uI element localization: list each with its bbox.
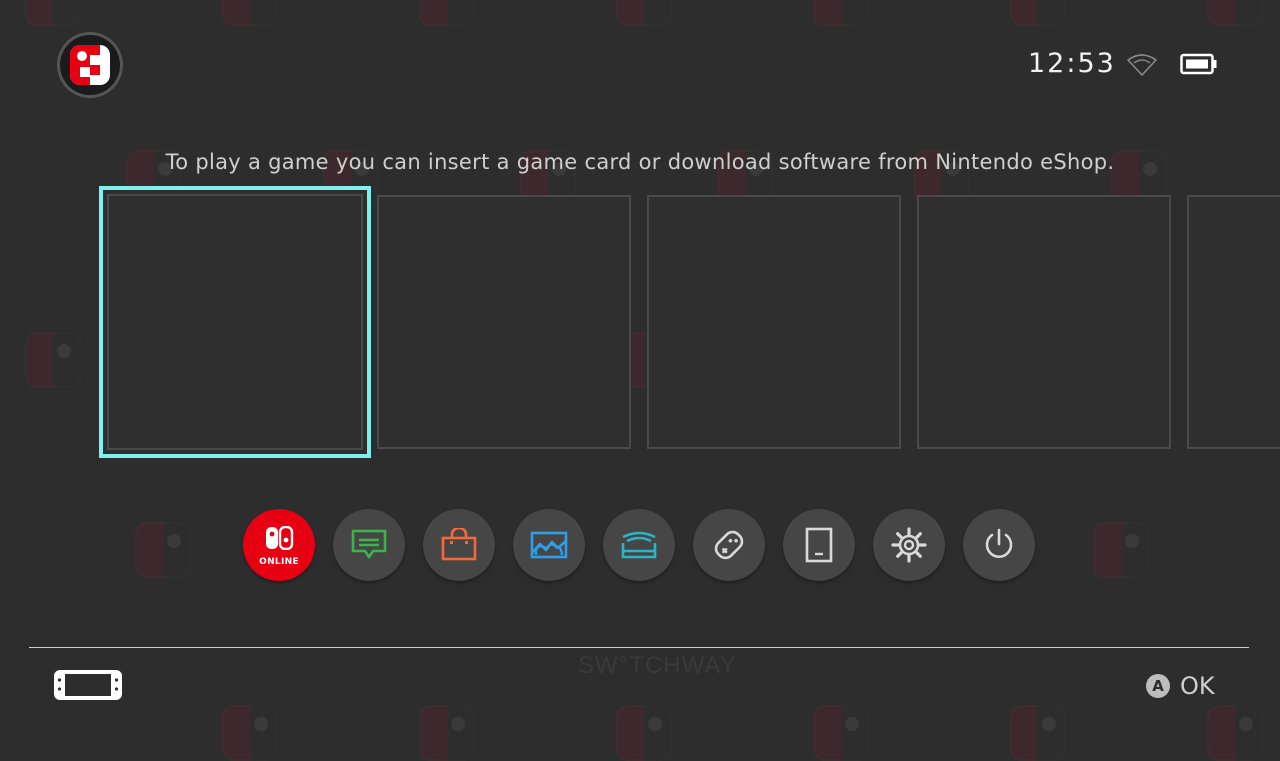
console-handheld-icon: [54, 670, 122, 700]
game-tile[interactable]: [377, 195, 631, 449]
empty-library-hint: To play a game you can insert a game car…: [165, 150, 1115, 174]
controller-settings-button[interactable]: [693, 509, 765, 581]
album-icon: [530, 531, 568, 559]
switch-online-icon: [266, 526, 294, 550]
gear-icon: [891, 527, 927, 563]
controllers-button[interactable]: [603, 509, 675, 581]
ok-label: OK: [1180, 672, 1215, 700]
footer-divider: [29, 647, 1249, 648]
controller-icon: [621, 531, 657, 559]
switch-online-button[interactable]: ONLINE: [243, 509, 315, 581]
shop-bag-icon: [441, 528, 477, 561]
game-tile[interactable]: [1187, 195, 1280, 449]
online-label: ONLINE: [259, 557, 299, 567]
system-settings-button[interactable]: [873, 509, 945, 581]
eshop-button[interactable]: [423, 509, 495, 581]
watermark-wordmark: SW°TCHWAY: [578, 652, 737, 679]
user-avatar-button[interactable]: [60, 35, 120, 95]
game-tile[interactable]: [917, 195, 1171, 449]
mii-user-icon: [70, 45, 110, 85]
joycon-icon: [714, 530, 744, 560]
power-icon: [985, 528, 1013, 558]
battery-icon: [1180, 53, 1217, 75]
news-button[interactable]: [333, 509, 405, 581]
wifi-icon: [1127, 54, 1157, 76]
a-button-icon: A: [1146, 674, 1170, 698]
ok-hint[interactable]: A OK: [1146, 672, 1215, 700]
sleep-mode-button[interactable]: [783, 509, 855, 581]
clock: 12:53: [1028, 48, 1116, 79]
game-tile-selected[interactable]: [99, 186, 371, 458]
album-button[interactable]: [513, 509, 585, 581]
tablet-icon: [805, 527, 833, 563]
news-icon: [351, 529, 387, 559]
game-tile[interactable]: [647, 195, 901, 449]
power-button[interactable]: [963, 509, 1035, 581]
